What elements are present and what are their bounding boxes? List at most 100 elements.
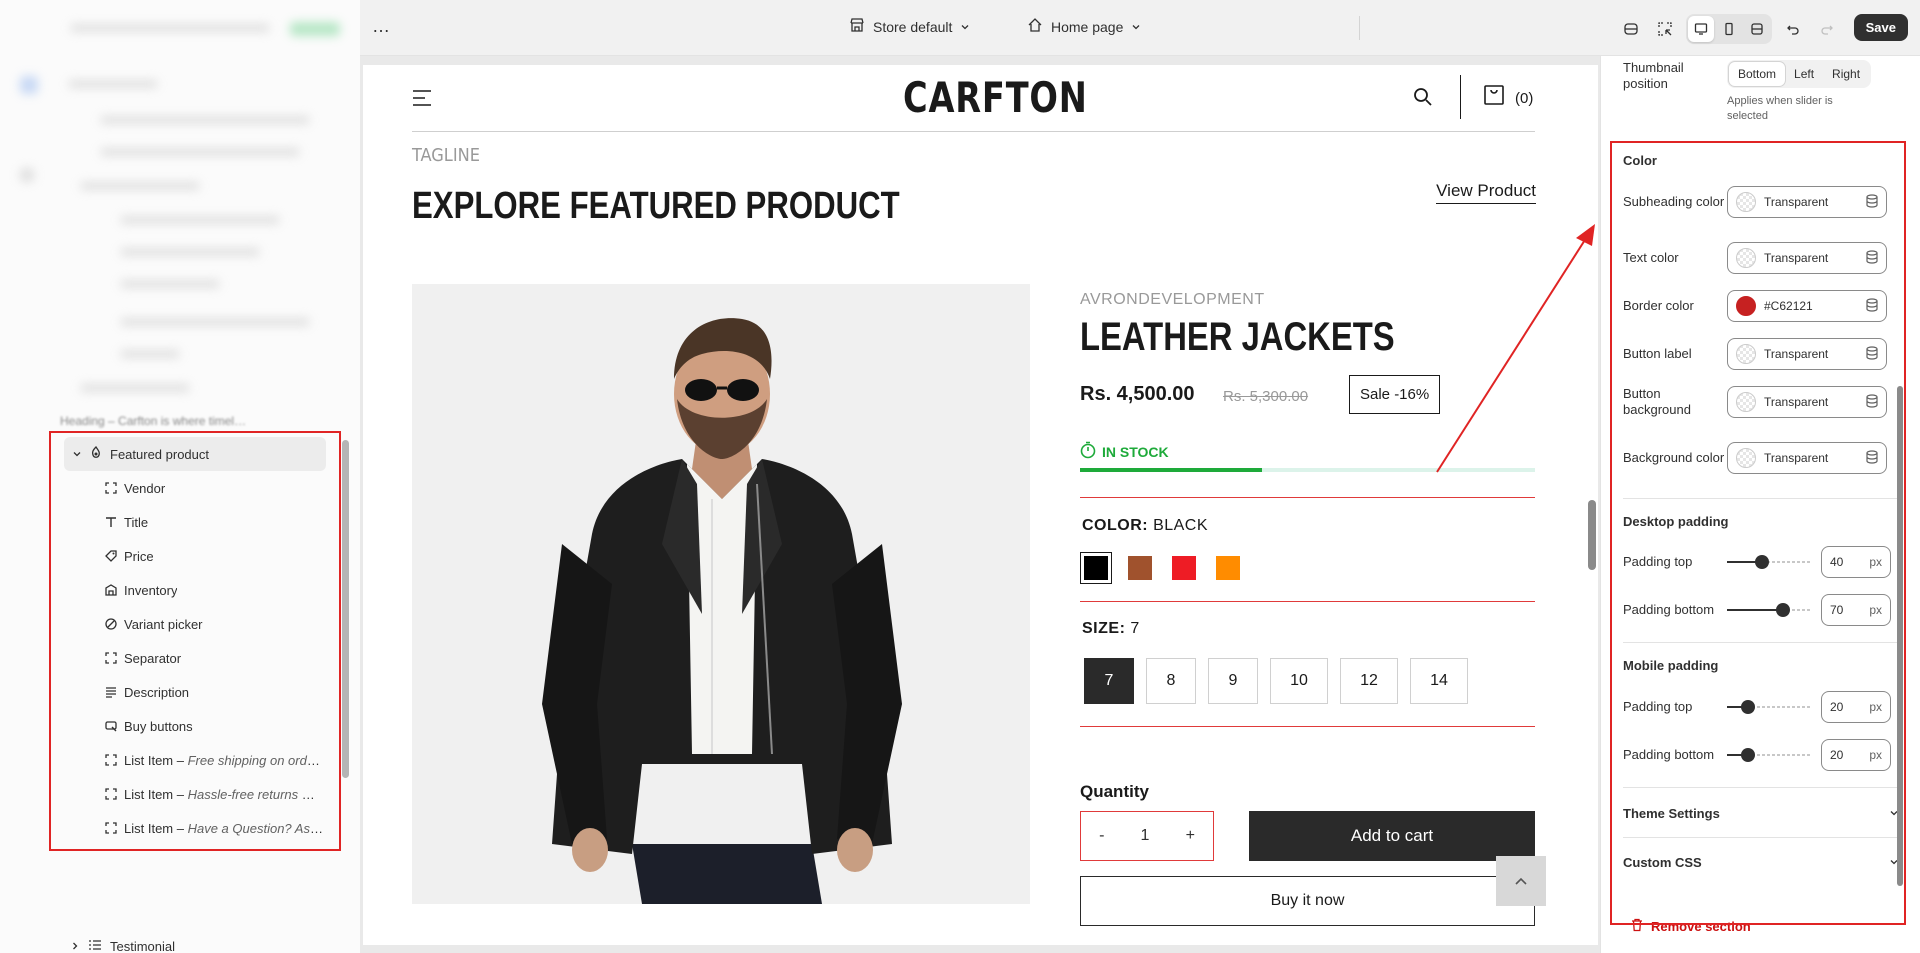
database-icon[interactable] [1866,249,1878,267]
block-inventory[interactable]: Inventory [64,573,326,607]
separator-line [1080,497,1535,498]
padding-slider[interactable] [1727,699,1811,715]
database-icon[interactable] [1866,193,1878,211]
block-list-item[interactable]: List Item – Hassle-free returns w… [64,777,326,811]
database-icon[interactable] [1866,345,1878,363]
settings-scrollbar[interactable] [1897,386,1903,886]
block-separator[interactable]: Separator [64,641,326,675]
padding-slider[interactable] [1727,747,1811,763]
storefront-preview: CARFTON (0) TAGLINE EXPLORE FEATURED PRO… [363,65,1598,945]
dashed-square-icon [104,651,118,665]
collapse-label: Custom CSS [1623,855,1702,870]
color-setting: Text color Transparent [1623,242,1887,274]
padding-slider[interactable] [1727,554,1811,570]
store-logo[interactable]: CARFTON [903,73,1088,122]
fullscreen-view-icon[interactable] [1744,16,1770,42]
view-product-link[interactable]: View Product [1436,181,1536,204]
padding-input[interactable]: 20 px [1821,739,1891,771]
block-list-item[interactable]: List Item – Free shipping on orde… [64,743,326,777]
stock-progress-bar [1080,468,1535,472]
color-picker-field[interactable]: Transparent [1727,186,1887,218]
theme-store-icon[interactable] [1618,16,1644,42]
menu-icon[interactable] [412,89,432,110]
color-picker-field[interactable]: Transparent [1727,338,1887,370]
color-picker-field[interactable]: Transparent [1727,242,1887,274]
product-price: Rs. 4,500.00 [1080,383,1195,405]
add-to-cart-button[interactable]: Add to cart [1249,811,1535,861]
chevron-down-icon[interactable] [72,447,82,462]
block-vendor[interactable]: Vendor [64,471,326,505]
buy-it-now-button[interactable]: Buy it now [1080,876,1535,926]
more-menu-button[interactable]: … [372,16,391,37]
sale-badge: Sale -16% [1349,375,1441,414]
transparent-swatch [1736,344,1756,364]
redo-icon[interactable] [1814,16,1840,42]
product-image[interactable] [412,284,1030,904]
block-buy-buttons[interactable]: Buy buttons [64,709,326,743]
size-button[interactable]: 12 [1340,658,1398,704]
block-label: Price [124,548,154,564]
size-button[interactable]: 10 [1270,658,1328,704]
section-testimonial[interactable]: Testimonial [70,939,175,953]
cart-icon[interactable] [1483,84,1505,109]
preview-scrollbar[interactable] [1588,500,1596,570]
block-list-item[interactable]: List Item – Have a Question? Ask… [64,811,326,845]
variant-icon [104,617,118,631]
thumb-option-bottom[interactable]: Bottom [1729,62,1786,86]
thumb-option-left[interactable]: Left [1785,62,1823,86]
setting-label: Text color [1623,250,1679,265]
store-select[interactable]: Store default [849,17,970,36]
desktop-view-icon[interactable] [1688,16,1714,42]
list-icon [88,939,102,953]
section-featured-product[interactable]: Featured product [64,437,326,471]
scroll-to-top-button[interactable] [1496,856,1546,906]
quantity-decrease-button[interactable]: - [1099,827,1104,845]
size-button[interactable]: 14 [1410,658,1468,704]
block-variant-picker[interactable]: Variant picker [64,607,326,641]
padding-input[interactable]: 70 px [1821,594,1891,626]
padding-input[interactable]: 40 px [1821,546,1891,578]
theme-settings-toggle[interactable]: Theme Settings [1623,806,1899,821]
stock-status: IN STOCK [1080,441,1169,462]
swatch-orange[interactable] [1212,552,1244,584]
search-icon[interactable] [1413,87,1433,110]
database-icon[interactable] [1866,393,1878,411]
red-swatch [1736,296,1756,316]
quantity-increase-button[interactable]: + [1186,827,1195,845]
swatch-brown[interactable] [1124,552,1156,584]
save-button[interactable]: Save [1853,14,1908,41]
quantity-input[interactable]: 1 [1141,827,1150,845]
block-price[interactable]: Price [64,539,326,573]
panel-divider [1623,787,1899,788]
size-button[interactable]: 8 [1146,658,1196,704]
color-picker-field[interactable]: #C62121 [1727,290,1887,322]
mobile-view-icon[interactable] [1716,16,1742,42]
color-picker-field[interactable]: Transparent [1727,442,1887,474]
size-button[interactable]: 9 [1208,658,1258,704]
remove-section-button[interactable]: Remove section [1631,918,1751,935]
size-options: 7 8 9 10 12 14 [1084,658,1468,704]
padding-slider[interactable] [1727,602,1811,618]
custom-css-toggle[interactable]: Custom CSS [1623,855,1899,870]
database-icon[interactable] [1866,449,1878,467]
undo-icon[interactable] [1780,16,1806,42]
color-picker-field[interactable]: Transparent [1727,386,1887,418]
swatch-red[interactable] [1168,552,1200,584]
inspector-icon[interactable] [1652,16,1678,42]
database-icon[interactable] [1866,297,1878,315]
thumb-option-right[interactable]: Right [1823,62,1869,86]
size-button[interactable]: 7 [1084,658,1134,704]
chevron-right-icon[interactable] [70,939,80,953]
block-description[interactable]: Description [64,675,326,709]
block-title[interactable]: Title [64,505,326,539]
swatch-color [1172,556,1196,580]
page-select[interactable]: Home page [1027,17,1141,36]
separator-line [1080,601,1535,602]
sidebar-scrollbar[interactable] [342,440,349,778]
product-icon [90,445,102,463]
swatch-black[interactable] [1080,552,1112,584]
section-label: Testimonial [110,939,176,953]
collapse-label: Theme Settings [1623,806,1720,821]
padding-input[interactable]: 20 px [1821,691,1891,723]
section-title: Featured product [110,446,210,462]
